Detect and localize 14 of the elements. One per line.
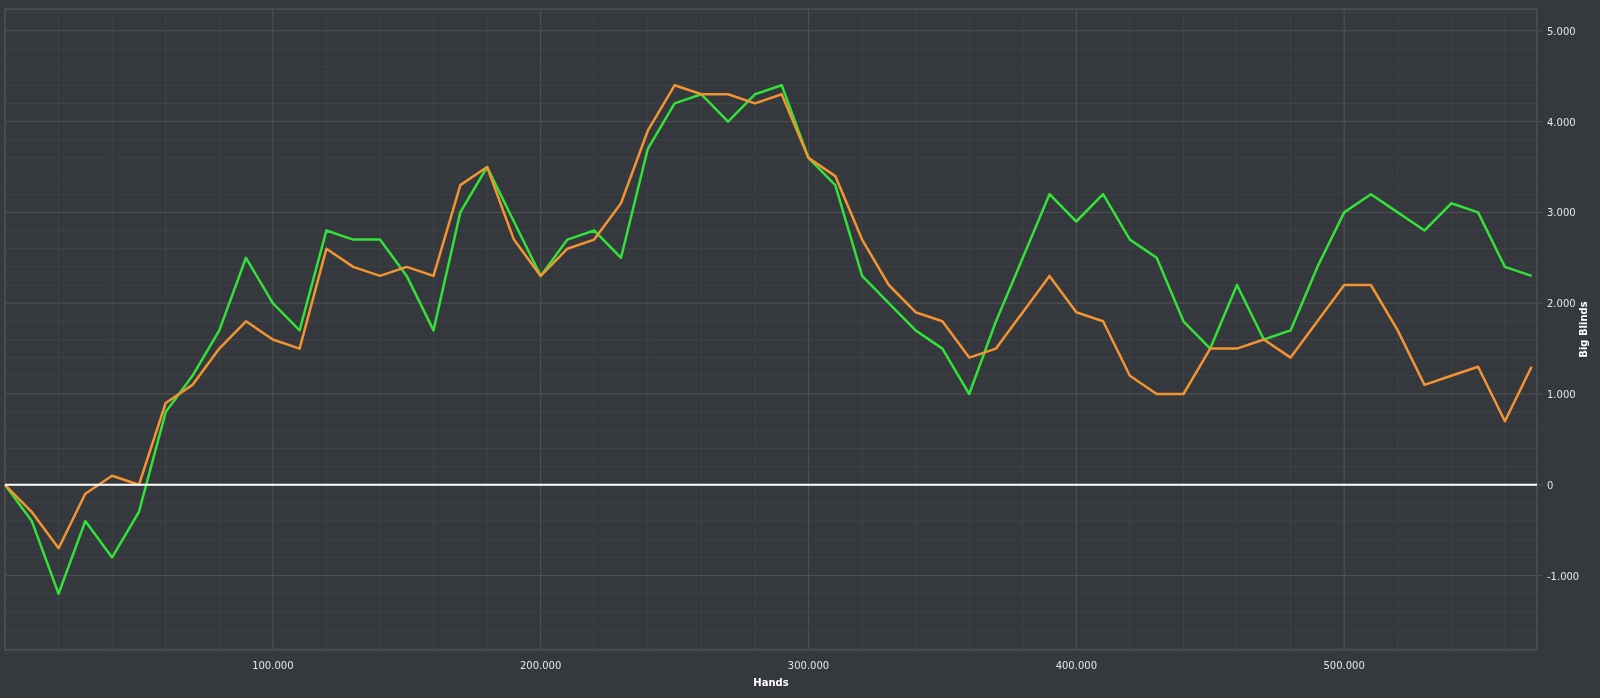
y-tick-label: -1.000: [1547, 570, 1580, 582]
x-axis-title: Hands: [753, 677, 789, 688]
y-tick-label: 0: [1547, 479, 1554, 491]
x-tick-label: 300.000: [787, 660, 830, 671]
y-tick-label: 4.000: [1547, 116, 1576, 128]
x-tick-label: 100.000: [252, 660, 294, 671]
y-axis-title: Big Blinds: [1578, 301, 1589, 358]
x-tick-label: 200.000: [520, 660, 562, 671]
x-tick-label: 500.000: [1323, 660, 1365, 671]
y-tick-label: 3.000: [1547, 207, 1576, 219]
x-tick-label: 400.000: [1055, 660, 1097, 671]
y-tick-label: 5.000: [1547, 25, 1576, 37]
y-tick-label: 2.000: [1547, 298, 1576, 310]
y-tick-label: 1.000: [1547, 388, 1576, 400]
